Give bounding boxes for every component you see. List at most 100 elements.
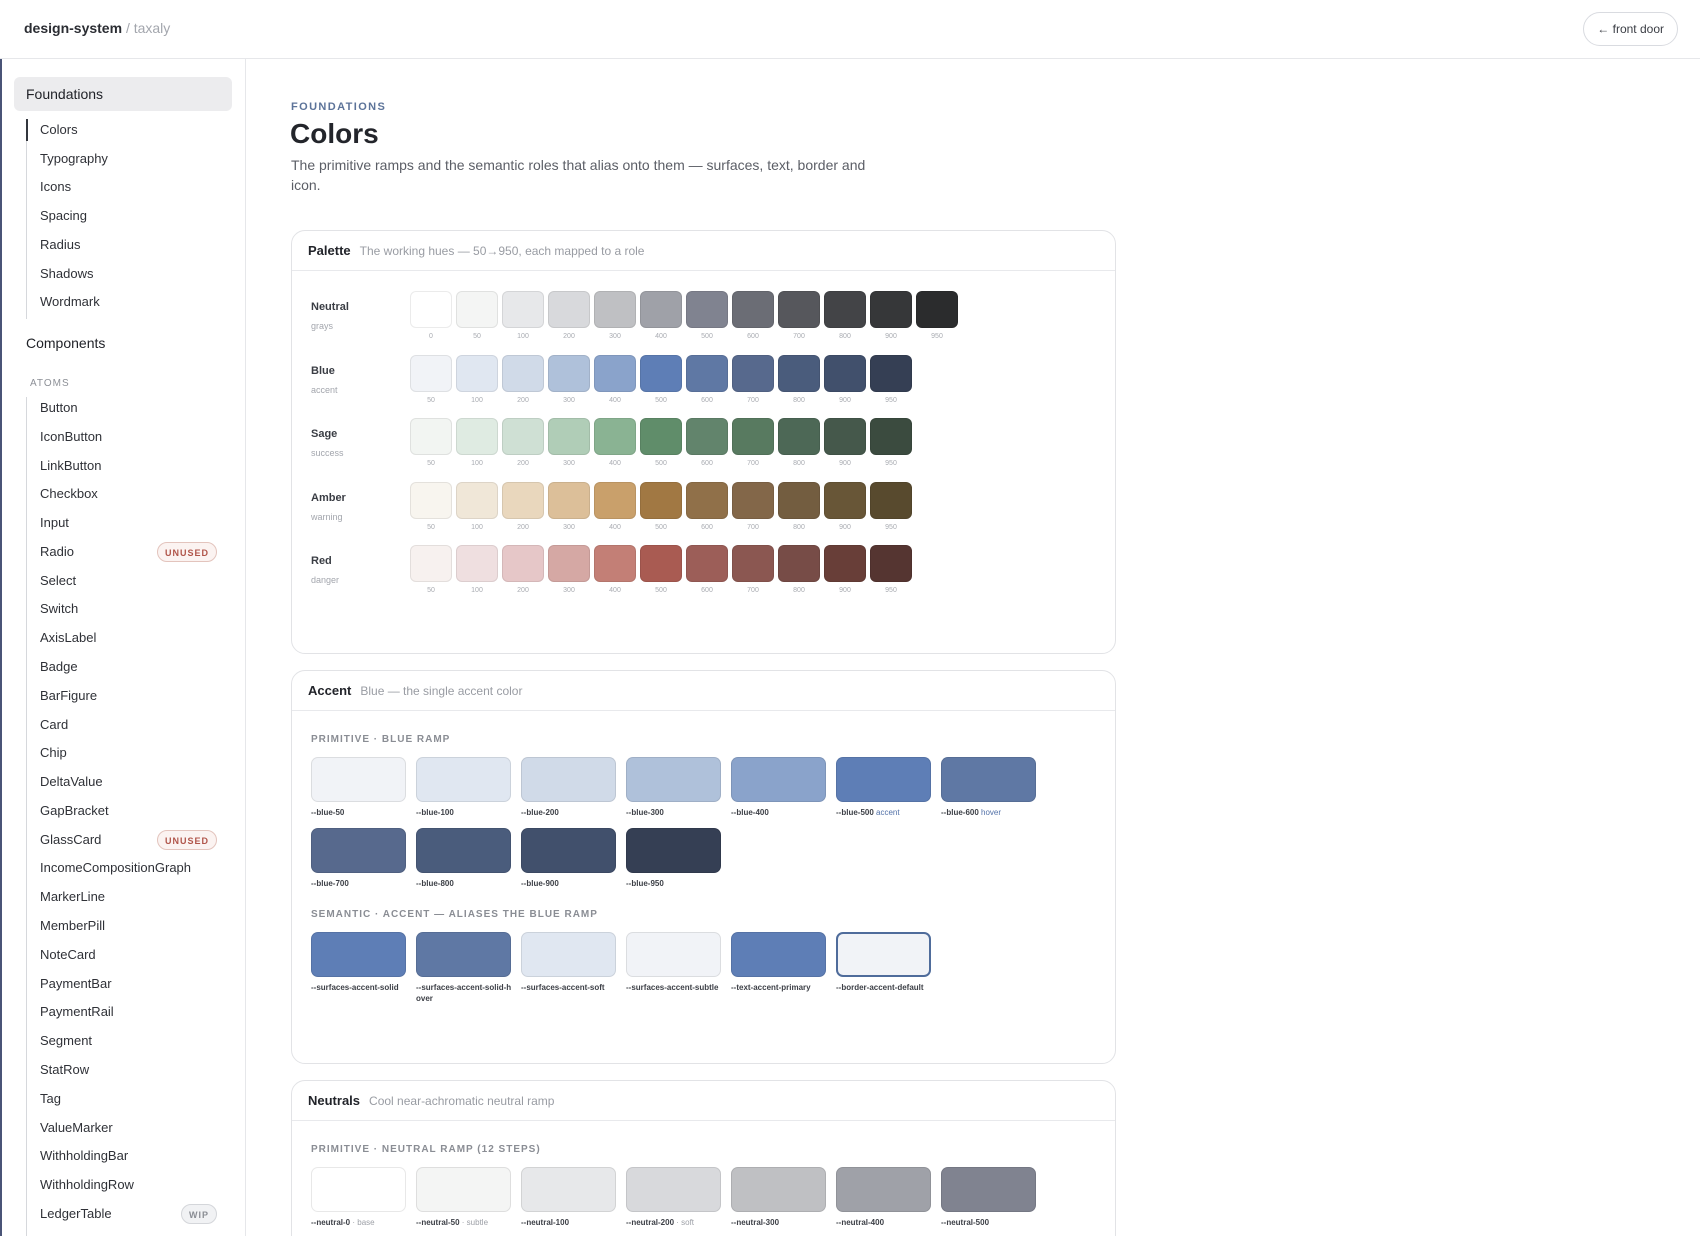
sidebar-item-markerline[interactable]: MarkerLine [27, 886, 227, 908]
front-door-button[interactable]: ← front door [1583, 12, 1678, 46]
sidebar-item-memberpill[interactable]: MemberPill [27, 915, 227, 937]
color-swatch[interactable] [456, 545, 498, 582]
color-swatch[interactable] [870, 481, 912, 519]
color-swatch[interactable] [870, 418, 912, 455]
sidebar-item-badge[interactable]: Badge [27, 656, 227, 678]
sidebar-item-paymentbar[interactable]: PaymentBar [27, 973, 227, 995]
color-swatch[interactable] [594, 291, 636, 328]
token-swatch[interactable] [311, 828, 406, 873]
sidebar-item-barfigure[interactable]: BarFigure [27, 685, 227, 707]
token-swatch[interactable] [416, 932, 511, 977]
color-swatch[interactable] [640, 354, 682, 392]
sidebar-item-deltavalue[interactable]: DeltaValue [27, 771, 227, 793]
sidebar-item-select[interactable]: Select [27, 570, 227, 592]
sidebar-item-glasscard[interactable]: GlassCard UNUSED [27, 829, 227, 851]
sidebar-item-segment[interactable]: Segment [27, 1030, 227, 1052]
sidebar-item-card[interactable]: Card [27, 714, 227, 736]
token-swatch[interactable] [836, 757, 931, 802]
color-swatch[interactable] [502, 481, 544, 519]
color-swatch[interactable] [456, 418, 498, 455]
color-swatch[interactable] [456, 291, 498, 328]
token-swatch[interactable] [626, 1167, 721, 1212]
color-swatch[interactable] [686, 545, 728, 582]
sidebar-item-axislabel[interactable]: AxisLabel [27, 627, 227, 649]
color-swatch[interactable] [640, 545, 682, 582]
color-swatch[interactable] [594, 481, 636, 519]
color-swatch[interactable] [686, 418, 728, 455]
token-swatch[interactable] [416, 1167, 511, 1212]
sidebar-item-button[interactable]: Button [27, 397, 227, 419]
sidebar-item-chip[interactable]: Chip [27, 742, 227, 764]
sidebar-item-typography[interactable]: Typography [27, 148, 227, 170]
color-swatch[interactable] [410, 545, 452, 582]
sidebar-item-switch[interactable]: Switch [27, 598, 227, 620]
color-swatch[interactable] [686, 481, 728, 519]
sidebar-item-statrow[interactable]: StatRow [27, 1059, 227, 1081]
token-swatch[interactable] [941, 757, 1036, 802]
sidebar-item-colors[interactable]: Colors [26, 119, 226, 141]
color-swatch[interactable] [410, 418, 452, 455]
token-swatch[interactable] [626, 757, 721, 802]
token-swatch[interactable] [626, 828, 721, 873]
sidebar-item-incomecompositiongraph[interactable]: IncomeCompositionGraph [27, 857, 227, 879]
token-swatch[interactable] [416, 828, 511, 873]
sidebar-item-paymentrail[interactable]: PaymentRail [27, 1001, 227, 1023]
token-swatch[interactable] [521, 757, 616, 802]
color-swatch[interactable] [502, 545, 544, 582]
color-swatch[interactable] [456, 481, 498, 519]
color-swatch[interactable] [732, 481, 774, 519]
sidebar-item-withholdingrow[interactable]: WithholdingRow [27, 1174, 227, 1196]
color-swatch[interactable] [686, 291, 728, 328]
color-swatch[interactable] [870, 354, 912, 392]
color-swatch[interactable] [594, 354, 636, 392]
token-swatch[interactable] [731, 932, 826, 977]
color-swatch[interactable] [410, 481, 452, 519]
sidebar-item-wordmark[interactable]: Wordmark [27, 291, 227, 313]
token-swatch[interactable] [311, 932, 406, 977]
sidebar-item-icons[interactable]: Icons [27, 176, 227, 198]
color-swatch[interactable] [640, 291, 682, 328]
color-swatch[interactable] [548, 481, 590, 519]
sidebar-item-notecard[interactable]: NoteCard [27, 944, 227, 966]
sidebar-item-radius[interactable]: Radius [27, 234, 227, 256]
sidebar-item-linkbutton[interactable]: LinkButton [27, 455, 227, 477]
color-swatch[interactable] [410, 354, 452, 392]
color-swatch[interactable] [502, 354, 544, 392]
sidebar-item-withholdingbar[interactable]: WithholdingBar [27, 1145, 227, 1167]
sidebar-item-tag[interactable]: Tag [27, 1088, 227, 1110]
color-swatch[interactable] [548, 354, 590, 392]
color-swatch[interactable] [686, 354, 728, 392]
color-swatch[interactable] [824, 291, 866, 328]
color-swatch[interactable] [502, 291, 544, 328]
color-swatch[interactable] [824, 354, 866, 392]
sidebar-item-iconbutton[interactable]: IconButton [27, 426, 227, 448]
color-swatch[interactable] [916, 291, 958, 328]
color-swatch[interactable] [548, 545, 590, 582]
token-swatch[interactable] [731, 757, 826, 802]
token-swatch[interactable] [941, 1167, 1036, 1212]
color-swatch[interactable] [778, 291, 820, 328]
color-swatch[interactable] [732, 354, 774, 392]
color-swatch[interactable] [410, 291, 452, 328]
color-swatch[interactable] [456, 354, 498, 392]
token-swatch[interactable] [836, 932, 931, 977]
color-swatch[interactable] [824, 545, 866, 582]
token-swatch[interactable] [521, 828, 616, 873]
token-swatch[interactable] [311, 757, 406, 802]
token-swatch[interactable] [626, 932, 721, 977]
sidebar-item-spacing[interactable]: Spacing [27, 205, 227, 227]
token-swatch[interactable] [311, 1167, 406, 1212]
sidebar-item-radio[interactable]: Radio UNUSED [27, 541, 227, 563]
color-swatch[interactable] [870, 291, 912, 328]
color-swatch[interactable] [594, 418, 636, 455]
color-swatch[interactable] [502, 418, 544, 455]
token-swatch[interactable] [521, 932, 616, 977]
token-swatch[interactable] [416, 757, 511, 802]
color-swatch[interactable] [824, 418, 866, 455]
color-swatch[interactable] [548, 291, 590, 328]
sidebar-item-shadows[interactable]: Shadows [27, 263, 227, 285]
color-swatch[interactable] [732, 418, 774, 455]
token-swatch[interactable] [731, 1167, 826, 1212]
token-swatch[interactable] [521, 1167, 616, 1212]
sidebar-item-ledgertable[interactable]: LedgerTable WIP [27, 1203, 227, 1225]
